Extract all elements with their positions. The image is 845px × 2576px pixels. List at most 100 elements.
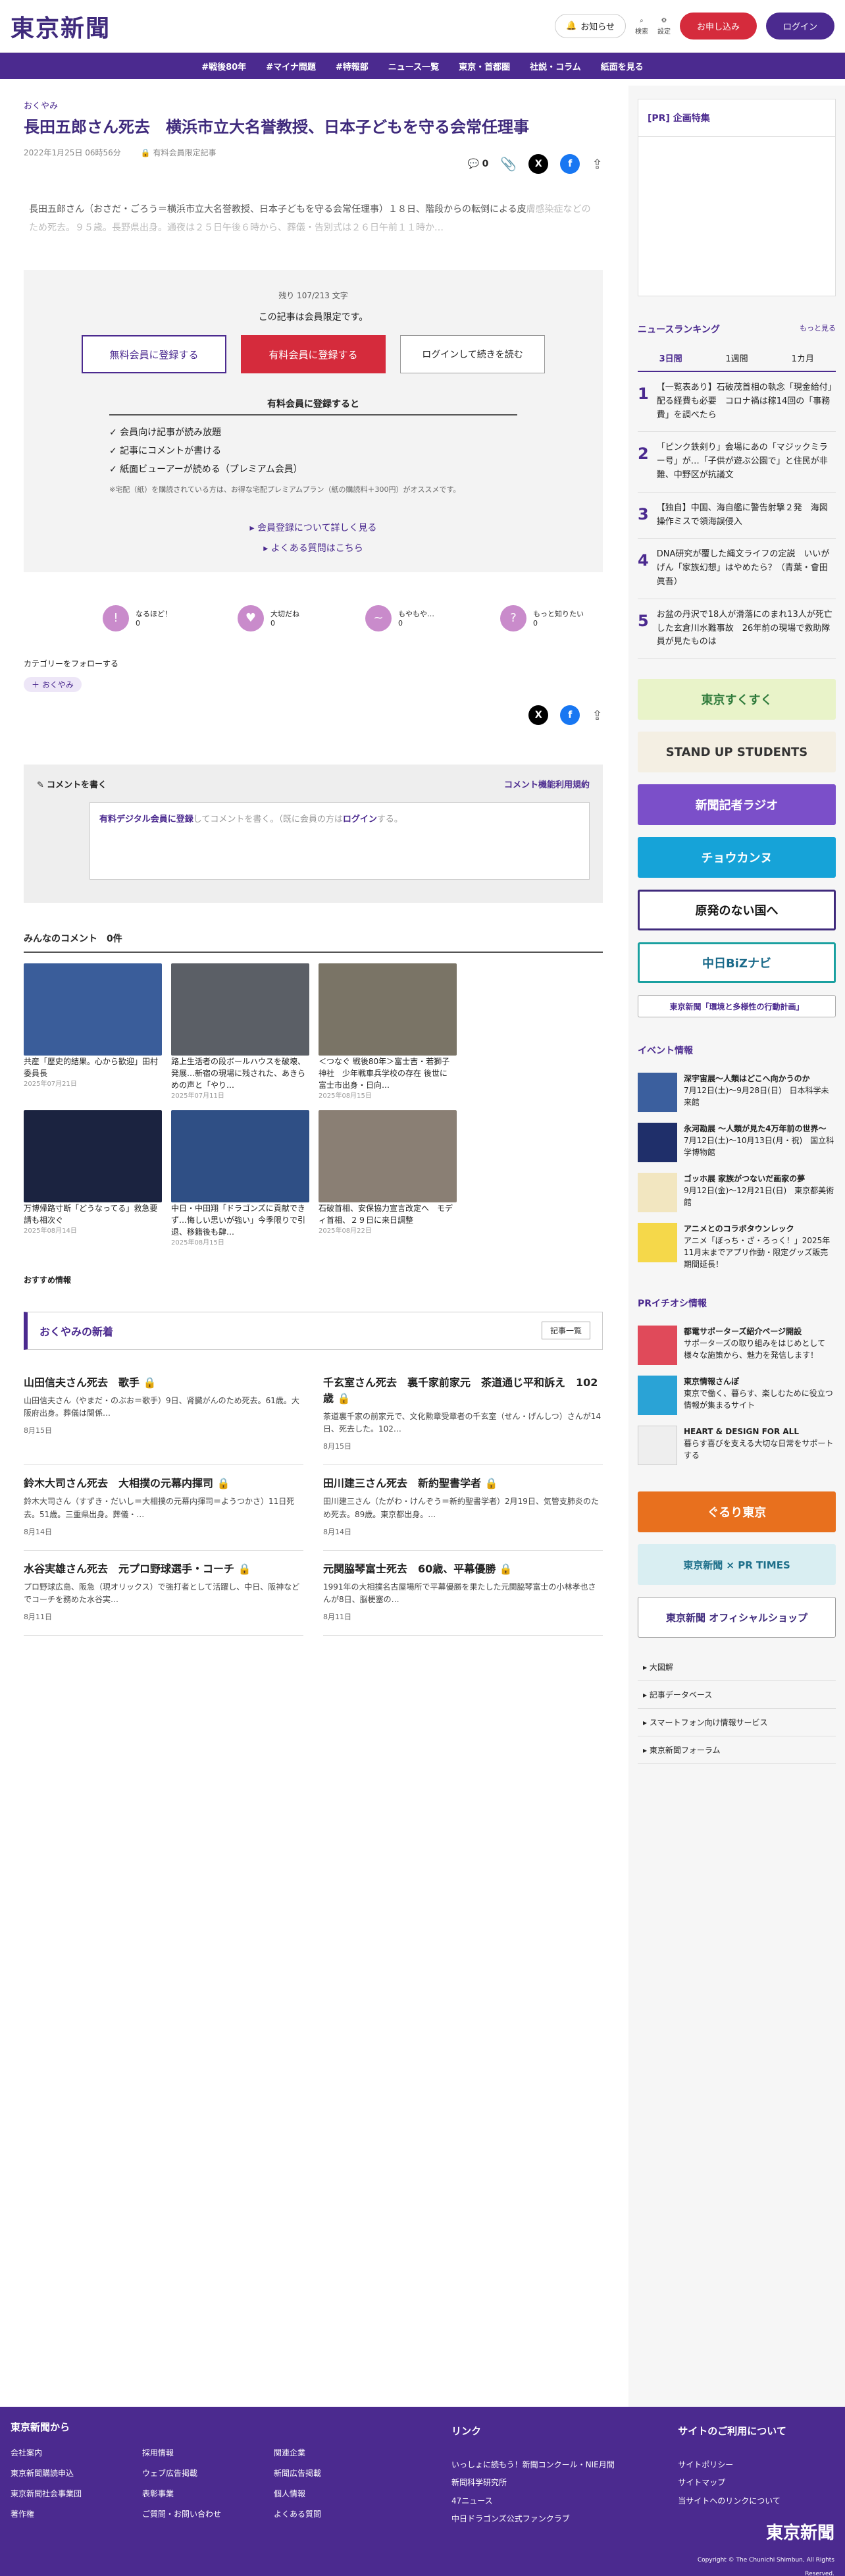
pr-item[interactable]: 都電サポーターズ紹介ページ開設 サポーターズの取り組みをはじめとして様々な施策から… — [638, 1326, 836, 1366]
banner-chokanu[interactable]: チョウカンヌ — [638, 837, 836, 878]
related-card[interactable]: 共産「歴史的結果。心から歓迎」田村委員長 2025年07月21日 — [24, 963, 162, 1101]
okuyami-item[interactable]: 鈴木大司さん死去 大相撲の元幕内揮司 🔒 鈴木大司さん（すずき・だいし＝大相撲の元… — [24, 1465, 303, 1551]
nav-item[interactable]: #特報部 — [336, 60, 369, 72]
footer-link[interactable]: 関連企業 — [274, 2447, 405, 2458]
article-list-link[interactable]: 記事一覧 — [541, 1322, 590, 1340]
banner-gururi[interactable]: ぐるり東京 — [638, 1491, 836, 1533]
okuyami-header: おくやみの新着 記事一覧 — [24, 1311, 603, 1350]
tab-1month[interactable]: 1カ月 — [770, 345, 836, 371]
nav-item[interactable]: 紙面を見る — [601, 60, 644, 72]
share-icon[interactable]: ⇪ — [592, 156, 603, 172]
nav-item[interactable]: ニュース一覧 — [388, 60, 439, 72]
related-card[interactable]: 万博帰路寸断「どうなってる」救急要請も相次ぐ 2025年08月14日 — [24, 1110, 162, 1248]
share-icon[interactable]: ⇪ — [592, 707, 603, 723]
sidebar-link[interactable]: ▸ 東京新聞フォーラム — [638, 1736, 836, 1765]
comment-input[interactable]: 有料デジタル会員に登録してコメントを書く。（既に会員の方はログインする。 — [90, 801, 590, 880]
banner-bizinavi[interactable]: 中日BiZナビ — [638, 942, 836, 984]
footer-link[interactable]: サイトポリシー — [678, 2456, 834, 2475]
banner-radio[interactable]: 新聞記者ラジオ — [638, 784, 836, 826]
okuyami-item[interactable]: 田川建三さん死去 新約聖書学者 🔒 田川建三さん（たがわ・けんぞう＝新約聖書学者）… — [323, 1465, 603, 1551]
x-share-icon[interactable]: X — [528, 154, 549, 174]
okuyami-item[interactable]: 元関脇琴富士死去 60歳、平幕優勝 🔒 1991年の大相撲名古屋場所で平幕優勝を果… — [323, 1551, 603, 1636]
footer-link[interactable]: 新聞科学研究所 — [451, 2474, 632, 2492]
footer-link[interactable]: よくある質問 — [274, 2508, 405, 2519]
footer-link[interactable]: ウェブ広告掲載 — [142, 2467, 274, 2479]
login-continue-button[interactable]: ログインして続きを読む — [400, 335, 545, 374]
pr-item[interactable]: HEART & DESIGN FOR ALL 暮らす喜びを支える大切な日常をサポー… — [638, 1426, 836, 1466]
event-item[interactable]: 深宇宙展〜人類はどこへ向かうのか 7月12日(土)〜9月28日(日) 日本科学未来… — [638, 1073, 836, 1113]
facebook-share-icon[interactable]: f — [560, 154, 580, 174]
footer-link[interactable]: 中日ドラゴンズ公式ファンクラブ — [451, 2510, 632, 2529]
faq-link[interactable]: ▸ よくある質問はこちら — [24, 539, 603, 559]
reactions: ! なるほど！ 0 ♥ 大切だね 0 ~ もやもや… 0 ? もっと知りたい 0 — [24, 604, 603, 631]
footer-link[interactable]: いっしょに読もう！新聞コンクール・NIE月間 — [451, 2456, 632, 2475]
sidebar-link[interactable]: ▸ 記事データベース — [638, 1681, 836, 1709]
x-share-icon[interactable]: X — [528, 705, 549, 725]
follow-tag-button[interactable]: ＋ おくやみ — [24, 676, 82, 692]
facebook-share-icon[interactable]: f — [560, 705, 580, 725]
event-item[interactable]: アニメとのコラボタウンレック アニメ「ぼっち・ざ・ろっく！」2025年11月末まで… — [638, 1223, 836, 1270]
footer-link[interactable]: 個人情報 — [274, 2488, 405, 2499]
ranking-item[interactable]: 5 お盆の丹沢で18人が滑落にのまれ13人が死亡した玄倉川水難事故 26年前の現場… — [638, 599, 836, 660]
okuyami-item[interactable]: 水谷実雄さん死去 元プロ野球選手・コーチ 🔒 プロ野球広島、阪急（現オリックス）で… — [24, 1551, 303, 1636]
footer-link[interactable]: 47ニュース — [451, 2492, 632, 2511]
notification-button[interactable]: 🔔 お知らせ — [555, 14, 626, 38]
okuyami-item[interactable]: 山田信夫さん死去 歌手 🔒 山田信夫さん（やまだ・のぶお＝歌手）9日、肾臓がんのた… — [24, 1364, 303, 1466]
reaction-button[interactable]: ? もっと知りたい 0 — [500, 604, 584, 631]
tab-3days[interactable]: 3日間 — [638, 345, 704, 371]
footer-link[interactable]: 当サイトへのリンクについて — [678, 2492, 834, 2511]
ranking-item[interactable]: 4 DNA研究が覆した縄文ライフの定説 いいがげん「家族幻想」はやめたら？（青葉・… — [638, 539, 836, 599]
nav-item[interactable]: 社説・コラム — [530, 60, 581, 72]
related-card[interactable]: 石破首相、安保協力宣言改定へ モディ首相、２９日に来日調整 2025年08月22日 — [319, 1110, 457, 1248]
search-button[interactable]: ⌕ 検索 — [635, 17, 648, 36]
banner-sukusuku[interactable]: 東京すくすく — [638, 679, 836, 720]
event-item[interactable]: 永河勘展 〜人類が見た4万年前の世界〜 7月12日(土)〜10月13日(月・祝) … — [638, 1123, 836, 1163]
footer-link[interactable]: 採用情報 — [142, 2447, 274, 2458]
related-card[interactable]: ＜つなぐ 戦後80年＞富士吉・若獅子神社 少年戦車兵学校の存在 後世に 富士市出… — [319, 963, 457, 1101]
footer-link[interactable]: 東京新聞社会事業団 — [11, 2488, 142, 2499]
nav-item[interactable]: #マイナ問題 — [266, 60, 316, 72]
free-register-button[interactable]: 無料会員に登録する — [82, 335, 226, 374]
footer-link[interactable]: 東京新聞購読申込 — [11, 2467, 142, 2479]
ranking-item[interactable]: 1 【一覧表あり】石破茂首相の執念「現金給付」配る経費も必要 コロナ禍は稼14回の… — [638, 372, 836, 433]
banner-shop[interactable]: 東京新聞 オフィシャルショップ — [638, 1597, 836, 1638]
okuyami-item[interactable]: 千玄室さん死去 裏千家前家元 茶道通じ平和訴え 102歳 🔒 茶道裏千家の前家元で… — [323, 1364, 603, 1466]
ranking-more-link[interactable]: もっと見る — [800, 323, 836, 336]
paid-register-button[interactable]: 有料会員に登録する — [241, 335, 386, 374]
article-lead: 長田五郎さん（おさだ・ごろう＝横浜市立大名誉教授、日本子どもを守る会常任理事）１… — [29, 204, 591, 234]
site-logo[interactable]: 東京新聞 — [11, 9, 111, 43]
comment-count[interactable]: 💬 0 — [468, 159, 489, 169]
clip-icon[interactable]: 📎 — [500, 156, 517, 172]
category-link[interactable]: おくやみ — [24, 99, 603, 111]
ranking-item[interactable]: 3 【独自】中国、海自艦に警告射撃２発 海図操作ミスで領海誤侵入 — [638, 493, 836, 539]
footer-link[interactable]: 新聞広告掲載 — [274, 2467, 405, 2479]
banner-prtimes[interactable]: 東京新聞 × PR TIMES — [638, 1544, 836, 1586]
sidebar-link[interactable]: ▸ 大図解 — [638, 1653, 836, 1682]
nav-item[interactable]: #戦後80年 — [201, 60, 246, 72]
settings-button[interactable]: ⚙ 設定 — [657, 17, 671, 36]
related-card[interactable]: 中日・中田翔「ドラゴンズに貢献できず…悔しい思いが強い」今季限りで引退、移籍後も… — [171, 1110, 309, 1248]
footer-link[interactable]: 表彰事業 — [142, 2488, 274, 2499]
nav-item[interactable]: 東京・首都圏 — [459, 60, 510, 72]
tab-1week[interactable]: 1週間 — [704, 345, 769, 371]
reaction-button[interactable]: ~ もやもや… 0 — [365, 604, 434, 631]
register-button[interactable]: お申し込み — [679, 13, 757, 40]
footer-link[interactable]: 著作権 — [11, 2508, 142, 2519]
footer-link[interactable]: サイトマップ — [678, 2474, 834, 2492]
sidebar-link[interactable]: ▸ スマートフォン向け情報サービス — [638, 1709, 836, 1737]
comment-rules-link[interactable]: コメント機能利用規約 — [504, 778, 590, 790]
related-card[interactable]: 路上生活者の段ボールハウスを破壊、発展…新宿の現場に残された、あきらめの声と「や… — [171, 963, 309, 1101]
ranking-item[interactable]: 2 「ピンク鉄剣り」会場にあの「マジックミラー号」が…「子供が遊ぶ公園で」と住民が… — [638, 432, 836, 493]
gear-icon: ⚙ — [661, 16, 667, 24]
footer-link[interactable]: 会社案内 — [11, 2447, 142, 2458]
footer-link[interactable]: ご質問・お問い合わせ — [142, 2508, 274, 2519]
banner-genpatsu[interactable]: 原発のない国へ — [638, 890, 836, 931]
banner-standup[interactable]: STAND UP STUDENTS — [638, 732, 836, 773]
reaction-button[interactable]: ♥ 大切だね 0 — [238, 604, 299, 631]
reaction-button[interactable]: ! なるほど！ 0 — [103, 604, 172, 631]
login-button[interactable]: ログイン — [765, 13, 834, 40]
banner-sdgs[interactable]: 東京新聞「環境と多様性の行動計画」 — [638, 995, 836, 1018]
event-item[interactable]: ゴッホ展 家族がつないだ画家の夢 9月12日(金)〜12月21日(日) 東京都美術… — [638, 1173, 836, 1213]
pr-item[interactable]: 東京情報さんぽ 東京で働く、暮らす、楽しむために役立つ情報が集まるサイト — [638, 1376, 836, 1416]
membership-info-link[interactable]: ▸ 会員登録について詳しく見る — [24, 518, 603, 539]
